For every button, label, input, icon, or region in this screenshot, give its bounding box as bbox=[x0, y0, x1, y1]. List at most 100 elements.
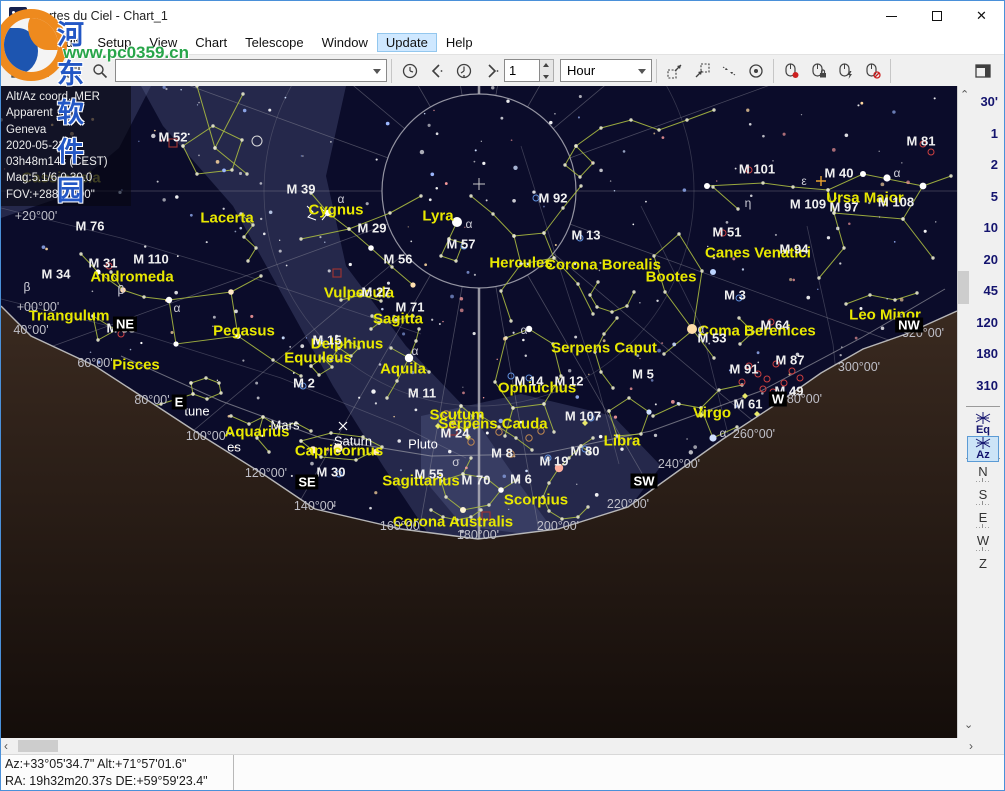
time-reset-button[interactable] bbox=[450, 57, 477, 84]
grid-eq-button[interactable]: Eq bbox=[967, 412, 999, 438]
scroll-left-icon[interactable]: ‹ bbox=[4, 739, 8, 753]
object-list-button[interactable] bbox=[59, 57, 86, 84]
menu-item-view[interactable]: View bbox=[140, 33, 186, 52]
constellation-star bbox=[142, 295, 145, 298]
observatory-button[interactable] bbox=[32, 57, 59, 84]
star bbox=[326, 448, 329, 451]
star bbox=[645, 201, 647, 203]
time-step-spinner[interactable] bbox=[540, 59, 554, 82]
grid-az-button[interactable]: Az bbox=[967, 436, 999, 462]
star bbox=[239, 172, 242, 175]
constellation-star bbox=[377, 321, 380, 324]
time-step-back-button[interactable] bbox=[423, 57, 450, 84]
star bbox=[636, 354, 639, 357]
fov-button-310[interactable]: 310 bbox=[968, 378, 998, 393]
search-button[interactable] bbox=[86, 57, 113, 84]
close-button[interactable]: ✕ bbox=[959, 1, 1004, 31]
star bbox=[310, 462, 314, 466]
mouse-flash-button[interactable] bbox=[832, 57, 859, 84]
sidebar-scroll-down-icon[interactable]: ⌄ bbox=[964, 718, 973, 731]
star bbox=[465, 466, 468, 469]
star bbox=[180, 89, 181, 90]
fov-button-45[interactable]: 45 bbox=[968, 283, 998, 298]
star bbox=[393, 416, 395, 418]
direction-button-z[interactable]: Z bbox=[972, 556, 994, 571]
menu-item-help[interactable]: Help bbox=[437, 33, 482, 52]
track-target-button[interactable] bbox=[742, 57, 769, 84]
time-step-forward-button[interactable] bbox=[477, 57, 504, 84]
scrollbar-thumb[interactable] bbox=[18, 740, 58, 752]
fov-button-30m[interactable]: 30' bbox=[968, 94, 998, 109]
constellation-star bbox=[455, 518, 458, 521]
constellation-star bbox=[700, 269, 703, 272]
star bbox=[424, 113, 426, 115]
constellation-star bbox=[339, 298, 342, 301]
mouse-lock-button[interactable] bbox=[805, 57, 832, 84]
fov-button-2[interactable]: 2 bbox=[968, 157, 998, 172]
search-combobox[interactable] bbox=[115, 59, 387, 82]
fov-button-10[interactable]: 10 bbox=[968, 220, 998, 235]
zoom-out-mode-button[interactable] bbox=[661, 57, 688, 84]
zoom-out-frame-icon bbox=[666, 62, 684, 80]
star bbox=[442, 321, 443, 322]
time-unit-select[interactable]: Hour bbox=[560, 59, 652, 82]
fov-button-5[interactable]: 5 bbox=[968, 189, 998, 204]
menu-item-window[interactable]: Window bbox=[313, 33, 377, 52]
time-now-button[interactable] bbox=[396, 57, 423, 84]
center-object-button[interactable] bbox=[715, 57, 742, 84]
fov-button-20[interactable]: 20 bbox=[968, 252, 998, 267]
menu-item-chart[interactable]: Chart bbox=[186, 33, 236, 52]
menu-item-file[interactable]: File bbox=[9, 33, 48, 52]
bright-star bbox=[526, 326, 532, 332]
fov-button-120[interactable]: 120 bbox=[968, 315, 998, 330]
constellation-star bbox=[242, 235, 245, 238]
star bbox=[330, 141, 332, 143]
spin-up-icon[interactable] bbox=[540, 60, 553, 71]
star bbox=[420, 150, 424, 154]
constellation-star bbox=[639, 432, 642, 435]
star bbox=[216, 160, 220, 164]
maximize-button[interactable] bbox=[914, 1, 959, 31]
star bbox=[239, 227, 242, 230]
star bbox=[683, 188, 687, 192]
mouse-pan-button[interactable] bbox=[778, 57, 805, 84]
star bbox=[525, 470, 528, 473]
calendar-button[interactable] bbox=[5, 57, 32, 84]
fov-button-1[interactable]: 1 bbox=[968, 126, 998, 141]
constellation-star bbox=[369, 327, 372, 330]
menu-item-setup[interactable]: Setup bbox=[88, 33, 140, 52]
mouse-disable-button[interactable] bbox=[859, 57, 886, 84]
direction-button-s[interactable]: S..ı.. bbox=[972, 487, 994, 506]
direction-button-w[interactable]: W..ı.. bbox=[972, 533, 994, 552]
fov-button-180[interactable]: 180 bbox=[968, 346, 998, 361]
zoom-in-mode-button[interactable] bbox=[688, 57, 715, 84]
minimize-button[interactable] bbox=[869, 1, 914, 31]
constellation-star bbox=[427, 370, 430, 373]
menu-item-edit[interactable]: Edit bbox=[48, 33, 88, 52]
star bbox=[335, 335, 338, 338]
constellation-star bbox=[181, 144, 184, 147]
star bbox=[935, 221, 936, 222]
direction-button-e[interactable]: E..ı.. bbox=[972, 510, 994, 529]
constellation-star bbox=[261, 415, 264, 418]
menu-item-telescope[interactable]: Telescope bbox=[236, 33, 313, 52]
horizontal-scrollbar[interactable]: ‹ › bbox=[1, 738, 977, 754]
sky-chart[interactable]: CassiopeiaLacertaCygnusLyraHerculesCoron… bbox=[1, 86, 957, 738]
spin-down-icon[interactable] bbox=[540, 71, 553, 82]
star bbox=[450, 295, 454, 299]
constellation-star bbox=[567, 456, 570, 459]
scroll-right-icon[interactable]: › bbox=[969, 739, 973, 753]
panel-toggle-button[interactable] bbox=[969, 57, 996, 84]
bright-star bbox=[704, 183, 710, 189]
menu-item-update[interactable]: Update bbox=[377, 33, 437, 52]
star bbox=[713, 257, 716, 260]
star bbox=[415, 409, 418, 412]
time-step-value-input[interactable] bbox=[504, 59, 540, 82]
constellation-star bbox=[459, 404, 462, 407]
star bbox=[45, 248, 48, 251]
star bbox=[198, 155, 200, 157]
search-input[interactable] bbox=[116, 60, 366, 81]
star bbox=[268, 109, 271, 112]
direction-button-n[interactable]: N..ı.. bbox=[972, 464, 994, 483]
constellation-star bbox=[578, 175, 581, 178]
